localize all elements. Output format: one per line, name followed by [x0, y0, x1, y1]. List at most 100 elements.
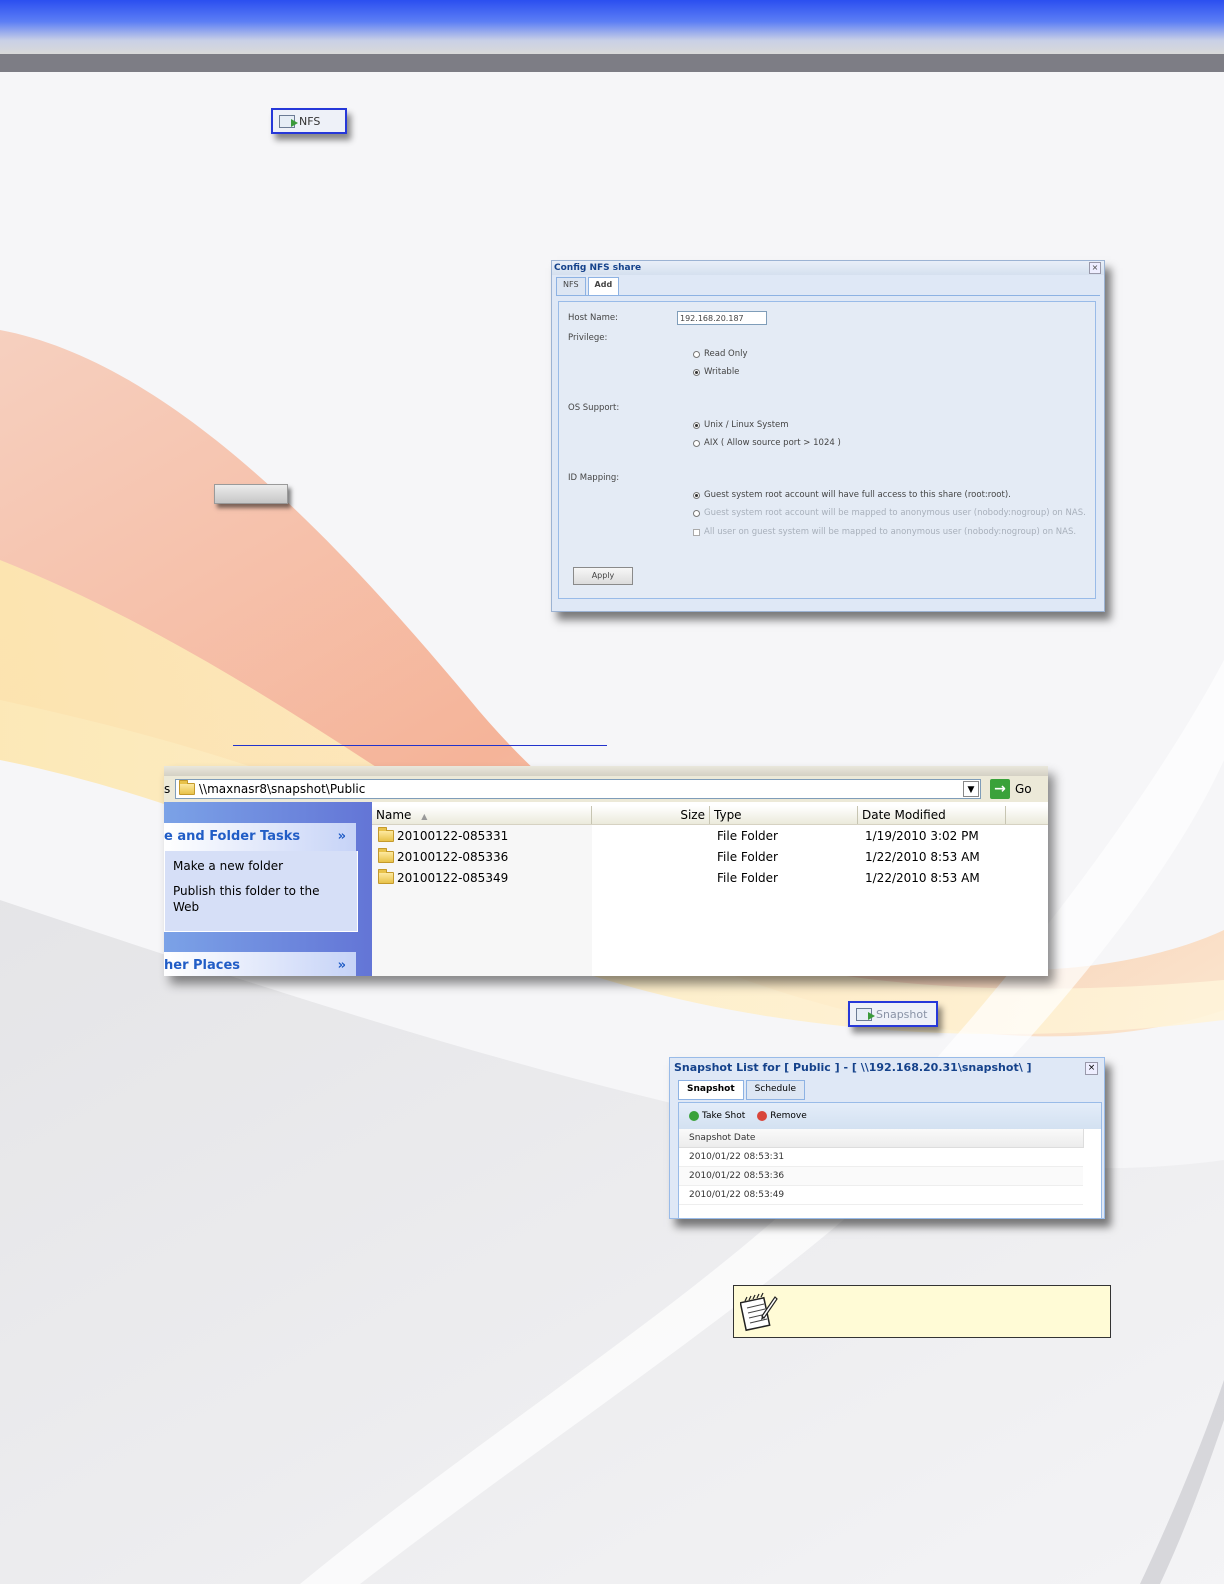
- checkbox-icon: [693, 528, 700, 536]
- radio-selected-icon[interactable]: [693, 368, 700, 376]
- go-button[interactable]: → Go: [990, 779, 1032, 799]
- other-places-header[interactable]: her Places »: [164, 952, 356, 976]
- grey-button[interactable]: [214, 484, 288, 504]
- id-mapping-anonymous-root: Guest system root account will be mapped…: [693, 508, 1086, 518]
- option-label: Unix / Linux System: [704, 420, 789, 430]
- go-label: Go: [1015, 782, 1032, 796]
- id-mapping-label: ID Mapping:: [568, 473, 620, 483]
- os-support-unix[interactable]: Unix / Linux System: [693, 420, 789, 430]
- share-arrow-icon: [856, 1007, 875, 1021]
- task-make-new-folder[interactable]: Make a new folder: [173, 859, 283, 873]
- column-name[interactable]: Name ▲: [372, 806, 592, 824]
- file-type: File Folder: [717, 829, 778, 843]
- remove-button[interactable]: Remove: [757, 1111, 807, 1121]
- close-icon[interactable]: ×: [1089, 262, 1101, 274]
- option-label: Read Only: [704, 349, 748, 359]
- dialog-tabs: NFS Add: [556, 277, 1100, 296]
- option-label: Guest system root account will be mapped…: [704, 508, 1086, 518]
- radio-icon[interactable]: [693, 350, 700, 358]
- close-icon[interactable]: ×: [1085, 1062, 1098, 1075]
- address-path: \\maxnasr8\snapshot\Public: [199, 782, 366, 796]
- snapshot-list-dialog: Snapshot List for [ Public ] - [ \\192.1…: [669, 1057, 1105, 1219]
- option-label: AIX ( Allow source port > 1024 ): [704, 438, 841, 448]
- address-bar: s \\maxnasr8\snapshot\Public ▼ → Go: [164, 776, 1048, 802]
- folder-icon: [378, 848, 394, 863]
- column-name-label: Name: [376, 808, 412, 822]
- collapse-chevron-icon[interactable]: »: [338, 823, 346, 851]
- remove-icon: [757, 1111, 768, 1121]
- address-input[interactable]: \\maxnasr8\snapshot\Public: [175, 779, 981, 799]
- nfs-button-label: NFS: [299, 114, 321, 128]
- file-type: File Folder: [717, 850, 778, 864]
- file-date: 1/19/2010 3:02 PM: [865, 829, 979, 843]
- list-item[interactable]: 2010/01/22 08:53:49: [679, 1186, 1083, 1205]
- snapshot-button[interactable]: Snapshot: [848, 1001, 938, 1027]
- tab-add[interactable]: Add: [587, 277, 620, 295]
- file-name: 20100122-085336: [397, 850, 509, 864]
- file-type: File Folder: [717, 871, 778, 885]
- privilege-label: Privilege:: [568, 333, 608, 343]
- folder-icon: [179, 780, 195, 795]
- snapshot-toolbar: Take Shot Remove: [679, 1103, 1101, 1129]
- list-item[interactable]: 2010/01/22 08:53:31: [679, 1148, 1083, 1167]
- sort-ascending-icon: ▲: [421, 812, 428, 821]
- table-row[interactable]: 20100122-085331 File Folder 1/19/2010 3:…: [372, 826, 1048, 847]
- os-support-label: OS Support:: [568, 403, 620, 413]
- address-dropdown-button[interactable]: ▼: [963, 781, 979, 797]
- radio-selected-icon[interactable]: [693, 491, 700, 499]
- column-size[interactable]: Size: [592, 806, 710, 824]
- id-mapping-root[interactable]: Guest system root account will have full…: [693, 490, 1011, 500]
- folder-icon: [378, 827, 394, 842]
- tab-schedule[interactable]: Schedule: [745, 1080, 806, 1100]
- snapshot-grid: Take Shot Remove Snapshot Date 2010/01/2…: [678, 1102, 1102, 1218]
- hyperlink-underline[interactable]: [233, 745, 607, 746]
- take-shot-button[interactable]: Take Shot: [689, 1111, 745, 1121]
- os-support-aix[interactable]: AIX ( Allow source port > 1024 ): [693, 438, 841, 448]
- tab-nfs[interactable]: NFS: [556, 277, 586, 295]
- apply-button[interactable]: Apply: [573, 567, 633, 585]
- address-label: s: [164, 782, 171, 796]
- collapse-chevron-icon[interactable]: »: [338, 952, 346, 976]
- dialog-tabs: Snapshot Schedule: [678, 1080, 806, 1100]
- column-type[interactable]: Type: [710, 806, 858, 824]
- table-row[interactable]: 20100122-085336 File Folder 1/22/2010 8:…: [372, 847, 1048, 868]
- table-row[interactable]: 20100122-085349 File Folder 1/22/2010 8:…: [372, 868, 1048, 889]
- nfs-button[interactable]: NFS: [271, 108, 347, 134]
- option-label: Writable: [704, 367, 740, 377]
- privilege-read-only[interactable]: Read Only: [693, 349, 748, 359]
- file-name: 20100122-085349: [397, 871, 509, 885]
- host-name-input[interactable]: 192.168.20.187: [677, 311, 767, 325]
- tab-snapshot[interactable]: Snapshot: [678, 1080, 744, 1100]
- folder-icon: [378, 869, 394, 884]
- column-header-row: Name ▲ Size Type Date Modified: [372, 806, 1048, 825]
- option-label: All user on guest system will be mapped …: [704, 527, 1077, 537]
- option-label: Guest system root account will have full…: [704, 490, 1011, 500]
- config-nfs-dialog: Config NFS share × NFS Add Host Name: 19…: [551, 260, 1105, 612]
- list-item[interactable]: 2010/01/22 08:53:36: [679, 1167, 1083, 1186]
- remove-label: Remove: [770, 1111, 807, 1121]
- task-list: Make a new folder Publish this folder to…: [164, 851, 358, 932]
- task-publish-folder[interactable]: Publish this folder to the Web: [173, 883, 333, 915]
- dialog-title: Snapshot List for [ Public ] - [ \\192.1…: [674, 1061, 1032, 1074]
- header-underbar: [0, 54, 1224, 72]
- add-panel: Host Name: 192.168.20.187 Privilege: Rea…: [558, 301, 1096, 599]
- host-name-label: Host Name:: [568, 313, 618, 323]
- column-snapshot-date[interactable]: Snapshot Date: [679, 1129, 1084, 1148]
- radio-selected-icon[interactable]: [693, 421, 700, 429]
- privilege-writable[interactable]: Writable: [693, 367, 739, 377]
- file-name: 20100122-085331: [397, 829, 509, 843]
- file-folder-tasks-title: e and Folder Tasks: [164, 829, 301, 844]
- take-shot-label: Take Shot: [702, 1111, 746, 1121]
- radio-icon: [693, 509, 700, 517]
- id-mapping-all-users: All user on guest system will be mapped …: [693, 527, 1076, 537]
- file-folder-tasks-header[interactable]: e and Folder Tasks »: [164, 823, 356, 851]
- file-explorer-window: s \\maxnasr8\snapshot\Public ▼ → Go e an…: [164, 766, 1048, 976]
- notepad-pencil-icon: [740, 1292, 778, 1332]
- header-bar: [0, 0, 1224, 54]
- column-date-modified[interactable]: Date Modified: [858, 806, 1006, 824]
- dialog-title: Config NFS share: [552, 261, 1104, 275]
- other-places-title: her Places: [164, 958, 241, 973]
- task-pane: e and Folder Tasks » Make a new folder P…: [164, 802, 372, 976]
- radio-icon[interactable]: [693, 439, 700, 447]
- file-date: 1/22/2010 8:53 AM: [865, 871, 980, 885]
